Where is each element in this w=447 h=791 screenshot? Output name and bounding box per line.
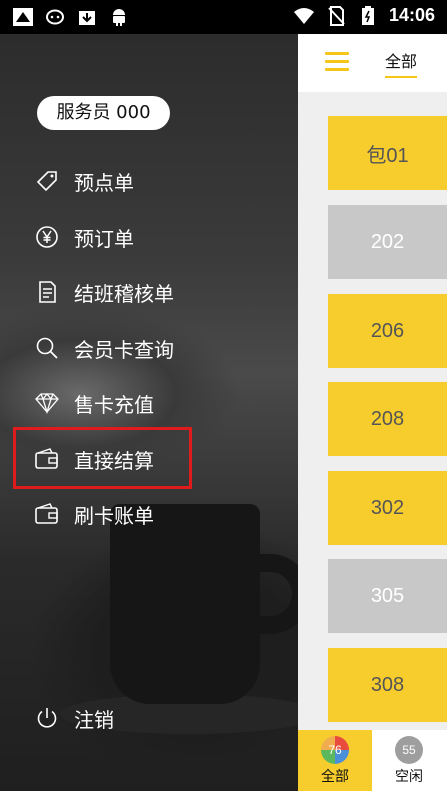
menu-item-member-card-query[interactable]: 会员卡查询: [34, 330, 174, 366]
app-icon: [12, 7, 34, 27]
wifi-icon: [293, 6, 315, 26]
battery-icon: [357, 5, 379, 26]
search-icon: [34, 335, 60, 361]
highlight-box: [13, 427, 192, 489]
staff-badge[interactable]: 服务员 000: [37, 96, 170, 130]
menu-item-label: 预点单: [74, 170, 134, 195]
clock: 14:06: [388, 5, 435, 25]
logout-label: 注销: [74, 707, 114, 732]
bottom-tab-bar: 76 全部 55 空闲: [298, 730, 447, 791]
menu-item-reservation[interactable]: 预订单: [34, 219, 134, 255]
android-icon: [108, 7, 130, 27]
menu-item-card-bill[interactable]: 刷卡账单: [34, 496, 154, 532]
tag-icon: [34, 168, 60, 194]
tab-all[interactable]: 全部: [385, 48, 418, 78]
download-icon: [76, 7, 98, 27]
menu-item-pre-order[interactable]: 预点单: [34, 163, 134, 199]
room-tile[interactable]: 305: [328, 559, 447, 633]
bottom-tab-idle[interactable]: 55 空闲: [372, 730, 446, 791]
menu-item-label: 预订单: [74, 226, 134, 251]
navigation-drawer: 服务员 000 预点单 预订单 结班稽核单 会员卡查询 售卡充值 直接结算 刷卡…: [0, 34, 298, 791]
yen-icon: [34, 224, 60, 250]
diamond-icon: [34, 390, 60, 416]
menu-icon[interactable]: [325, 52, 349, 72]
count-badge: 55: [395, 735, 423, 764]
chat-icon: [44, 7, 66, 27]
menu-item-label: 结班稽核单: [74, 281, 174, 306]
bottom-tab-label: 全部: [321, 768, 349, 785]
room-tile[interactable]: 206: [328, 294, 447, 368]
no-sim-icon: [325, 5, 347, 26]
background-cup-handle: [240, 554, 298, 634]
menu-item-label: 刷卡账单: [74, 503, 154, 528]
room-tile[interactable]: 包01: [328, 116, 447, 190]
count-badge: 76: [321, 735, 349, 764]
bottom-tab-label: 空闲: [395, 768, 423, 785]
menu-item-card-sale-recharge[interactable]: 售卡充值: [34, 385, 154, 421]
status-bar: 14:06: [0, 0, 447, 34]
menu-item-label: 售卡充值: [74, 392, 154, 417]
wallet-icon: [34, 501, 60, 527]
power-icon: [34, 705, 60, 731]
background-cup: [110, 504, 260, 704]
panel-topbar: 全部: [298, 34, 447, 92]
menu-item-shift-audit[interactable]: 结班稽核单: [34, 274, 174, 310]
room-tile[interactable]: 202: [328, 205, 447, 279]
room-tile[interactable]: 302: [328, 471, 447, 545]
room-panel: 全部 包01 202 206 208 302 305 308 76 全部 55 …: [298, 34, 447, 791]
menu-item-label: 会员卡查询: [74, 337, 174, 362]
room-tile[interactable]: 308: [328, 648, 447, 722]
room-tile[interactable]: 208: [328, 382, 447, 456]
document-icon: [34, 279, 60, 305]
bottom-tab-all[interactable]: 76 全部: [298, 730, 372, 791]
logout-button[interactable]: 注销: [34, 700, 114, 736]
